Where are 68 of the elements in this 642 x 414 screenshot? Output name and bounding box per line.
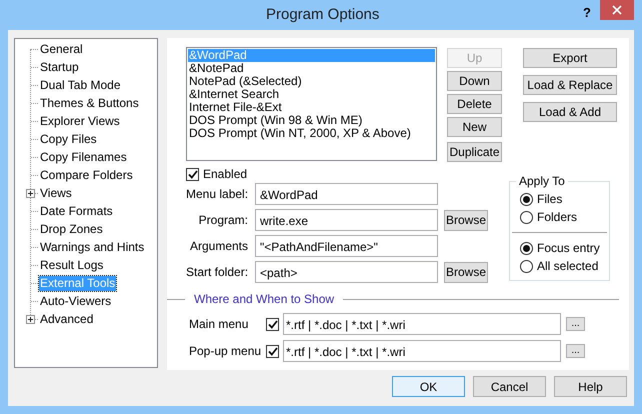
list-button[interactable]: Duplicate xyxy=(447,142,502,162)
tree-item[interactable]: Themes & Buttons xyxy=(39,96,140,110)
file-button[interactable]: Export xyxy=(523,48,617,68)
list-item[interactable]: &Internet Search xyxy=(188,88,435,101)
list-item[interactable]: Internet File-&Ext xyxy=(188,101,435,114)
field-label: Program: xyxy=(198,212,248,229)
tree-item[interactable]: Dual Tab Mode xyxy=(39,78,122,92)
text-field[interactable]: &WordPad xyxy=(255,183,438,205)
row-label: Main menu xyxy=(189,316,250,333)
text-field[interactable]: <path> xyxy=(255,261,438,283)
tree-item[interactable]: Result Logs xyxy=(39,258,104,272)
text-field[interactable]: *.rtf | *.doc | *.txt | *.wri xyxy=(283,313,561,335)
tree-item[interactable]: Auto-Viewers xyxy=(39,294,112,308)
list-button[interactable]: Delete xyxy=(447,94,502,114)
section-heading: Where and When to Show xyxy=(193,291,336,308)
radio-button[interactable] xyxy=(520,192,533,206)
enabled-label: Enabled xyxy=(203,166,248,183)
text-field[interactable]: "<PathAndFilename>" xyxy=(255,235,438,257)
radio-label: Files xyxy=(537,191,562,208)
field-label: Menu label: xyxy=(186,186,248,203)
tool-list[interactable]: &WordPad &NotePad NotePad (&Selected) &Internet Search Internet File-&Ext DOS Prompt (Win 98 & Win ME) DOS Prompt (Win NT, 2000, XP & Above) xyxy=(186,47,437,161)
tree-item[interactable]: Views xyxy=(39,186,73,200)
enabled-checkbox[interactable] xyxy=(186,168,199,180)
file-button[interactable]: Load & Add xyxy=(523,102,617,122)
tree-item[interactable]: Copy Filenames xyxy=(39,150,128,164)
tree-item[interactable]: Compare Folders xyxy=(39,168,134,182)
radio-button[interactable] xyxy=(520,210,533,224)
tree-item[interactable]: General xyxy=(39,42,84,56)
group-title: Apply To xyxy=(516,174,568,188)
tree-item[interactable]: Warnings and Hints xyxy=(39,240,146,254)
list-item[interactable]: DOS Prompt (Win 98 & Win ME) xyxy=(188,114,435,127)
checkbox[interactable] xyxy=(266,318,279,330)
radio-label: Focus entry xyxy=(537,240,600,257)
list-item[interactable]: &NotePad xyxy=(188,62,435,75)
close-button[interactable] xyxy=(600,0,634,20)
dialog-button[interactable]: Help xyxy=(554,376,627,397)
help-button[interactable]: ? xyxy=(583,6,591,20)
tree-item[interactable]: Date Formats xyxy=(39,204,114,218)
file-button[interactable]: Load & Replace xyxy=(523,75,617,95)
radio-button[interactable] xyxy=(520,242,533,254)
tree-item[interactable]: Copy Files xyxy=(39,132,98,146)
window-title: Program Options xyxy=(266,4,380,25)
radio-button[interactable] xyxy=(520,260,533,272)
browse-button[interactable]: ... xyxy=(566,344,585,358)
field-label: Arguments xyxy=(188,238,248,255)
close-icon xyxy=(612,5,622,15)
tree-item[interactable]: Startup xyxy=(39,60,80,74)
radio-label: Folders xyxy=(537,209,578,226)
browse-button[interactable]: Browse xyxy=(444,210,488,230)
list-button[interactable]: New xyxy=(447,117,502,137)
browse-button[interactable]: Browse xyxy=(444,262,488,282)
text-field[interactable]: write.exe xyxy=(255,209,438,231)
tree-item[interactable]: Drop Zones xyxy=(39,222,104,236)
list-item[interactable]: DOS Prompt (Win NT, 2000, XP & Above) xyxy=(188,127,435,140)
row-label: Pop-up menu xyxy=(189,343,262,360)
dialog-button[interactable]: Cancel xyxy=(473,376,546,397)
radio-label: All selected xyxy=(537,258,598,275)
expand-icon[interactable] xyxy=(26,314,35,324)
checkbox[interactable] xyxy=(266,344,279,358)
dialog-button[interactable]: OK xyxy=(392,376,465,397)
field-label: Start folder: xyxy=(186,264,248,281)
list-button[interactable]: Down xyxy=(447,71,502,91)
tree-item[interactable]: Explorer Views xyxy=(39,114,121,128)
tree-item[interactable]: Advanced xyxy=(39,312,94,326)
browse-button[interactable]: ... xyxy=(566,317,585,331)
list-item[interactable]: NotePad (&Selected) xyxy=(188,75,435,88)
expand-icon[interactable] xyxy=(26,188,35,198)
text-field[interactable]: *.rtf | *.doc | *.txt | *.wri xyxy=(283,340,561,362)
